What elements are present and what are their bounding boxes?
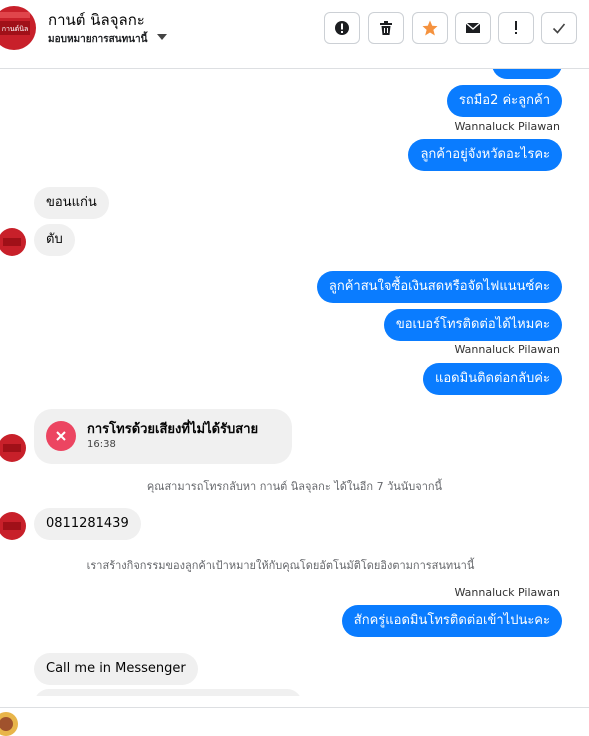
- incoming-message[interactable]: 0811281439: [34, 508, 141, 540]
- outgoing-message[interactable]: ลูกค้าสนใจซื้อเงินสดหรือจัดไฟแนนซ์คะ: [316, 271, 562, 303]
- missed-call-card[interactable]: การโทรด้วยเสียงที่ไม่ได้รับสาย 16:38: [34, 409, 292, 464]
- system-notice: คุณสามารถโทรกลับหา กานต์ นิลจุลกะ ได้ในอ…: [146, 480, 443, 493]
- envelope-icon: [465, 22, 481, 33]
- incoming-message[interactable]: ตับ: [34, 224, 75, 256]
- svg-text:กานต์นิล: กานต์นิล: [2, 25, 29, 33]
- exclamation-icon: [515, 21, 517, 34]
- check-icon: [552, 23, 566, 34]
- message-thread[interactable]: รถมือ2 ค่ะลูกค้า Wannaluck Pilawan ลูกค้…: [0, 69, 589, 696]
- chevron-down-icon[interactable]: [157, 34, 167, 40]
- outgoing-message[interactable]: รถมือ2 ค่ะลูกค้า: [446, 85, 562, 117]
- conversation-header: กานต์นิล กานต์ นิลจุลกะ มอบหมายการสนทนาน…: [0, 0, 589, 69]
- sender-name: Wannaluck Pilawan: [454, 586, 561, 599]
- contact-avatar[interactable]: กานต์นิล: [0, 6, 36, 50]
- delete-button[interactable]: [368, 12, 404, 44]
- contact-avatar-small: [0, 512, 26, 540]
- done-button[interactable]: [541, 12, 577, 44]
- system-notice: เราสร้างกิจกรรมของลูกค้าเป้าหมายให้กับคุ…: [86, 559, 475, 572]
- star-icon: [422, 20, 438, 36]
- outgoing-message[interactable]: ขอเบอร์โทรติดต่อได้ไหมคะ: [383, 309, 562, 341]
- contact-avatar-small: [0, 228, 26, 256]
- missed-call-icon: [46, 421, 76, 451]
- incoming-message[interactable]: ขอนแก่น: [34, 187, 109, 219]
- spam-button[interactable]: [498, 12, 534, 44]
- outgoing-message-partial[interactable]: [492, 69, 562, 79]
- outgoing-message[interactable]: สักครู่แอดมินโทรติดต่อเข้าไปนะคะ: [341, 605, 562, 637]
- missed-call-time: 16:38: [87, 439, 116, 450]
- alert-button[interactable]: [324, 12, 360, 44]
- incoming-message[interactable]: Call me in Messenger: [34, 653, 198, 685]
- sender-name: Wannaluck Pilawan: [454, 120, 561, 133]
- sender-name: Wannaluck Pilawan: [454, 343, 561, 356]
- missed-call-title: การโทรด้วยเสียงที่ไม่ได้รับสาย: [87, 422, 259, 437]
- incoming-message-partial[interactable]: [34, 689, 302, 696]
- contact-name[interactable]: กานต์ นิลจุลกะ: [48, 8, 145, 32]
- trash-icon: [380, 21, 392, 35]
- composer-bar[interactable]: [0, 707, 589, 736]
- alert-circle-icon: [335, 21, 349, 35]
- contact-avatar-small: [0, 434, 26, 462]
- star-button[interactable]: [412, 12, 448, 44]
- assign-conversation-label[interactable]: มอบหมายการสนทนานี้: [48, 32, 147, 47]
- outgoing-message[interactable]: แอดมินติดต่อกลับค่ะ: [423, 363, 562, 395]
- mark-unread-button[interactable]: [455, 12, 491, 44]
- outgoing-message[interactable]: ลูกค้าอยู่จังหวัดอะไรคะ: [408, 139, 562, 171]
- page-avatar: [0, 712, 18, 736]
